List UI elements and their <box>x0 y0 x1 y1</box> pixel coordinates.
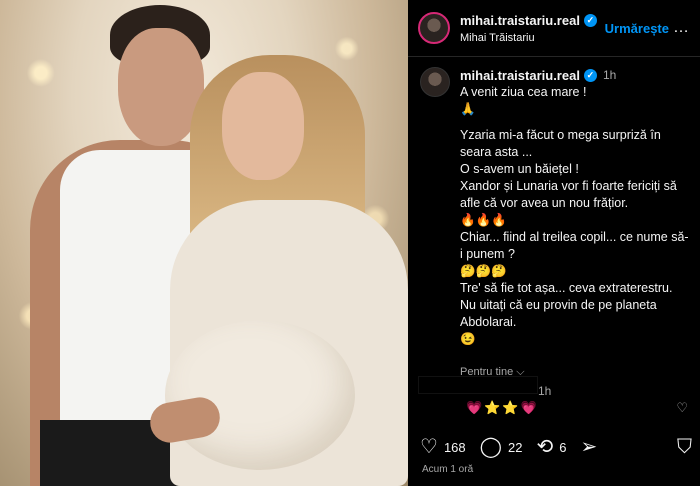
caption-line: O s-avem un băiețel ! <box>460 162 579 176</box>
comment-text: 💗⭐⭐💗 <box>466 400 539 415</box>
post-side-panel: mihai.traistariu.real ✓ Mihai Trăistariu… <box>408 0 700 486</box>
comment-count: 22 <box>508 439 523 455</box>
avatar[interactable] <box>418 12 450 44</box>
full-name[interactable]: Mihai Trăistariu <box>460 32 605 44</box>
post-photo[interactable] <box>0 0 408 486</box>
caption: mihai.traistariu.real ✓ 1h A venit ziua … <box>408 57 700 381</box>
caption-line: Chiar... fiind al treilea copil... ce nu… <box>460 230 689 261</box>
comment-like-icon[interactable]: ♡ <box>676 400 688 416</box>
caption-line: Nu uitați că eu provin de pe planeta Abd… <box>460 298 657 329</box>
verified-badge-icon: ✓ <box>583 69 597 82</box>
verified-badge-icon: ✓ <box>583 14 597 27</box>
comment-bubble-icon: ◯ <box>479 436 503 458</box>
repost-button[interactable]: ⟲ 6 <box>537 437 567 457</box>
caption-line: 🤔🤔🤔 <box>460 264 507 278</box>
caption-line: Yzaria mi-a făcut o mega surpriză în sea… <box>460 128 661 159</box>
action-bar: ♡ 168 ◯ 22 ⟲ 6 ➢ ⛉ <box>420 434 692 460</box>
username[interactable]: mihai.traistariu.real <box>460 13 580 28</box>
repost-icon: ⟲ <box>536 436 554 458</box>
like-button[interactable]: ♡ 168 <box>420 437 466 457</box>
follow-button[interactable]: Urmărește <box>605 21 669 36</box>
caption-line: Tre' să fie tot așa... ceva extraterestr… <box>460 281 673 295</box>
caption-line: 😉 <box>460 332 476 346</box>
caption-line: Xandor și Lunaria vor fi foarte fericiți… <box>460 179 677 210</box>
caption-line: 🙏 <box>460 102 476 116</box>
caption-username-link[interactable]: mihai.traistariu.real ✓ <box>460 67 597 84</box>
caption-avatar[interactable] <box>420 67 450 97</box>
comment-button[interactable]: ◯ 22 <box>480 437 523 457</box>
header-username-link[interactable]: mihai.traistariu.real ✓ <box>460 13 597 28</box>
caption-line: A venit ziua cea mare ! <box>460 85 587 99</box>
bookmark-icon[interactable]: ⛉ <box>677 436 692 459</box>
photo-belly <box>165 320 355 470</box>
comment: 1h 💗⭐⭐💗 ♡ <box>418 376 690 420</box>
repost-count: 6 <box>559 439 567 455</box>
photo-woman-face <box>222 72 304 180</box>
heart-icon: ♡ <box>420 436 438 458</box>
redacted-commenter <box>418 376 538 394</box>
caption-username[interactable]: mihai.traistariu.real <box>460 67 580 84</box>
post-header: mihai.traistariu.real ✓ Mihai Trăistariu… <box>408 0 700 57</box>
more-options-icon[interactable]: … <box>673 19 690 37</box>
like-count[interactable]: 168 <box>444 440 466 455</box>
caption-line: 🔥🔥🔥 <box>460 213 507 227</box>
comment-time: 1h <box>538 384 552 398</box>
send-icon: ➢ <box>580 436 598 458</box>
caption-time: 1h <box>602 68 617 82</box>
post-timestamp: Acum 1 oră <box>422 464 474 475</box>
share-button[interactable]: ➢ <box>581 437 604 457</box>
